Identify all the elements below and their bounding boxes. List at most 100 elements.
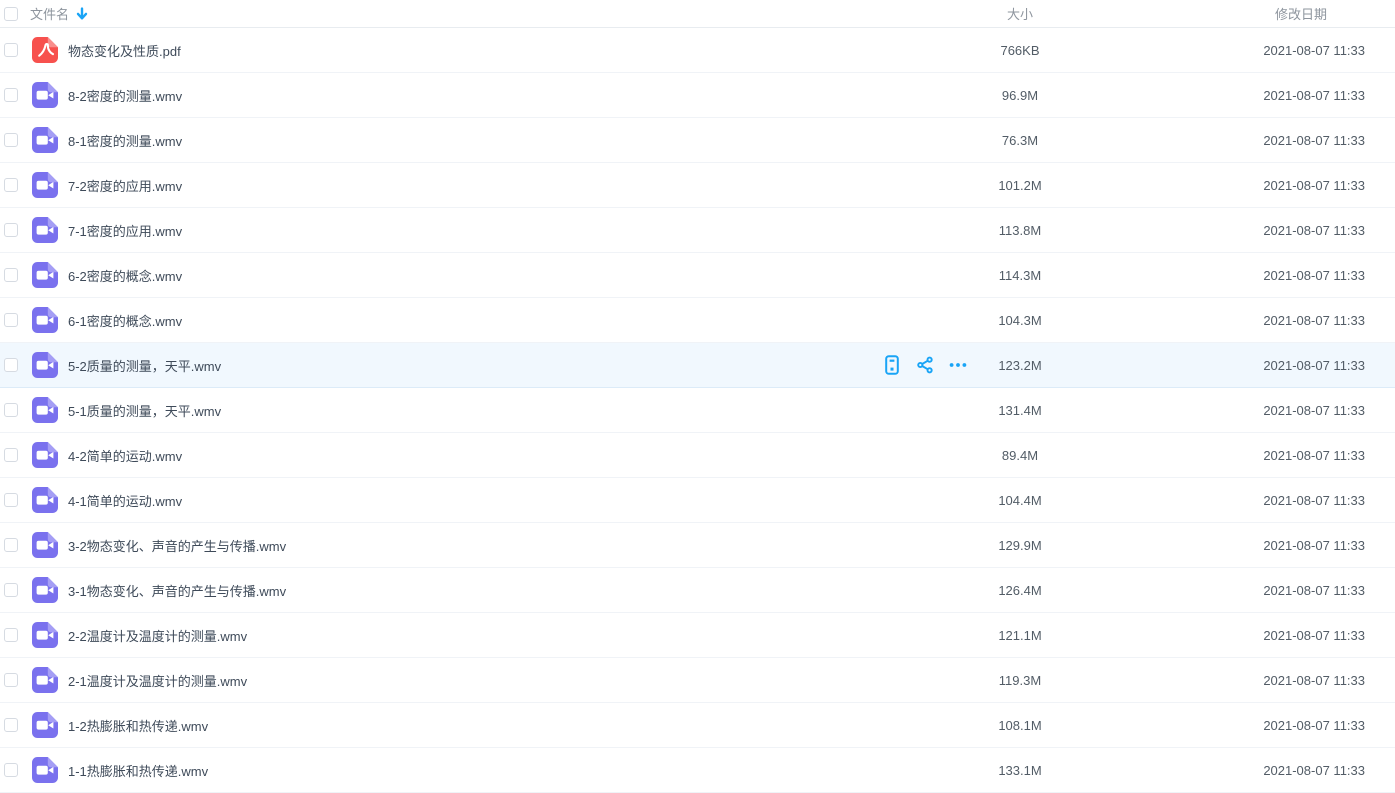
row-checkbox-cell	[4, 43, 18, 57]
table-row[interactable]: 6-1密度的概念.wmv	[0, 298, 1395, 343]
row-checkbox[interactable]	[4, 673, 18, 687]
table-row[interactable]: 物态变化及性质.pdf	[0, 28, 1395, 73]
file-type-icon	[32, 217, 58, 243]
table-row[interactable]: 1-1热膨胀和热传递.wmv	[0, 748, 1395, 793]
column-header-filename[interactable]: 文件名	[30, 4, 69, 23]
file-type-icon	[32, 397, 58, 423]
file-type-icon	[32, 757, 58, 783]
file-size: 123.2M	[975, 358, 1065, 373]
file-name-link[interactable]: 物态变化及性质.pdf	[68, 41, 883, 60]
file-name-link[interactable]: 6-2密度的概念.wmv	[68, 266, 883, 285]
file-name-link[interactable]: 8-2密度的测量.wmv	[68, 86, 883, 105]
file-modified-date: 2021-08-07 11:33	[1065, 223, 1395, 238]
sort-descending-icon[interactable]	[76, 7, 88, 20]
table-row[interactable]: 3-1物态变化、声音的产生与传播.wmv	[0, 568, 1395, 613]
row-checkbox[interactable]	[4, 223, 18, 237]
row-checkbox[interactable]	[4, 493, 18, 507]
table-row[interactable]: 1-2热膨胀和热传递.wmv	[0, 703, 1395, 748]
video-file-icon	[32, 397, 58, 423]
file-name-link[interactable]: 2-1温度计及温度计的测量.wmv	[68, 671, 883, 690]
row-checkbox-cell	[4, 133, 18, 147]
file-size: 766KB	[975, 43, 1065, 58]
file-name-link[interactable]: 5-1质量的测量，天平.wmv	[68, 401, 883, 420]
file-name-link[interactable]: 4-1简单的运动.wmv	[68, 491, 883, 510]
video-file-icon	[32, 487, 58, 513]
row-checkbox[interactable]	[4, 133, 18, 147]
file-type-icon	[32, 622, 58, 648]
row-checkbox[interactable]	[4, 268, 18, 282]
table-row[interactable]: 2-2温度计及温度计的测量.wmv	[0, 613, 1395, 658]
file-name-link[interactable]: 7-2密度的应用.wmv	[68, 176, 883, 195]
file-size: 131.4M	[975, 403, 1065, 418]
row-checkbox-cell	[4, 583, 18, 597]
file-name-link[interactable]: 2-2温度计及温度计的测量.wmv	[68, 626, 883, 645]
table-header-row: 文件名 大小 修改日期	[0, 0, 1395, 28]
row-checkbox[interactable]	[4, 583, 18, 597]
row-checkbox[interactable]	[4, 403, 18, 417]
file-type-icon	[32, 127, 58, 153]
table-row[interactable]: 4-1简单的运动.wmv	[0, 478, 1395, 523]
row-checkbox-cell	[4, 628, 18, 642]
row-checkbox[interactable]	[4, 538, 18, 552]
file-type-icon	[32, 352, 58, 378]
share-icon[interactable]	[916, 355, 934, 375]
file-name-link[interactable]: 1-2热膨胀和热传递.wmv	[68, 716, 883, 735]
table-row[interactable]: 7-1密度的应用.wmv	[0, 208, 1395, 253]
table-row[interactable]: 8-1密度的测量.wmv	[0, 118, 1395, 163]
row-checkbox-cell	[4, 223, 18, 237]
file-name-link[interactable]: 3-1物态变化、声音的产生与传播.wmv	[68, 581, 883, 600]
table-row[interactable]: 3-2物态变化、声音的产生与传播.wmv	[0, 523, 1395, 568]
video-file-icon	[32, 622, 58, 648]
file-modified-date: 2021-08-07 11:33	[1065, 538, 1395, 553]
row-checkbox-cell	[4, 718, 18, 732]
row-checkbox-cell	[4, 448, 18, 462]
table-row[interactable]: 5-2质量的测量，天平.wmv	[0, 343, 1395, 388]
file-name-link[interactable]: 5-2质量的测量，天平.wmv	[68, 356, 883, 375]
file-size: 133.1M	[975, 763, 1065, 778]
row-checkbox[interactable]	[4, 313, 18, 327]
table-row[interactable]: 6-2密度的概念.wmv	[0, 253, 1395, 298]
more-icon[interactable]	[949, 355, 967, 375]
video-file-icon	[32, 757, 58, 783]
file-modified-date: 2021-08-07 11:33	[1065, 178, 1395, 193]
file-modified-date: 2021-08-07 11:33	[1065, 718, 1395, 733]
row-checkbox[interactable]	[4, 43, 18, 57]
file-rows-container: 物态变化及性质.pdf	[0, 28, 1395, 793]
file-name-link[interactable]: 7-1密度的应用.wmv	[68, 221, 883, 240]
file-size: 104.4M	[975, 493, 1065, 508]
video-file-icon	[32, 127, 58, 153]
row-checkbox-cell	[4, 178, 18, 192]
file-type-icon	[32, 487, 58, 513]
file-name-link[interactable]: 4-2简单的运动.wmv	[68, 446, 883, 465]
table-row[interactable]: 2-1温度计及温度计的测量.wmv	[0, 658, 1395, 703]
select-all-checkbox[interactable]	[4, 7, 18, 21]
file-modified-date: 2021-08-07 11:33	[1065, 268, 1395, 283]
file-size: 129.9M	[975, 538, 1065, 553]
column-header-size: 大小	[975, 4, 1065, 23]
table-row[interactable]: 5-1质量的测量，天平.wmv	[0, 388, 1395, 433]
row-checkbox[interactable]	[4, 718, 18, 732]
row-checkbox[interactable]	[4, 763, 18, 777]
file-modified-date: 2021-08-07 11:33	[1065, 493, 1395, 508]
file-name-link[interactable]: 6-1密度的概念.wmv	[68, 311, 883, 330]
file-name-link[interactable]: 1-1热膨胀和热传递.wmv	[68, 761, 883, 780]
table-row[interactable]: 8-2密度的测量.wmv	[0, 73, 1395, 118]
row-hover-actions	[883, 355, 975, 375]
file-name-link[interactable]: 3-2物态变化、声音的产生与传播.wmv	[68, 536, 883, 555]
row-checkbox[interactable]	[4, 88, 18, 102]
video-file-icon	[32, 532, 58, 558]
table-row[interactable]: 7-2密度的应用.wmv	[0, 163, 1395, 208]
file-size: 76.3M	[975, 133, 1065, 148]
header-filename-group: 文件名	[30, 4, 975, 23]
row-checkbox[interactable]	[4, 448, 18, 462]
row-checkbox-cell	[4, 403, 18, 417]
row-checkbox[interactable]	[4, 358, 18, 372]
table-row[interactable]: 4-2简单的运动.wmv	[0, 433, 1395, 478]
video-file-icon	[32, 262, 58, 288]
download-icon[interactable]	[883, 355, 901, 375]
file-size: 89.4M	[975, 448, 1065, 463]
file-name-link[interactable]: 8-1密度的测量.wmv	[68, 131, 883, 150]
pdf-file-icon	[32, 37, 58, 63]
row-checkbox[interactable]	[4, 178, 18, 192]
row-checkbox[interactable]	[4, 628, 18, 642]
